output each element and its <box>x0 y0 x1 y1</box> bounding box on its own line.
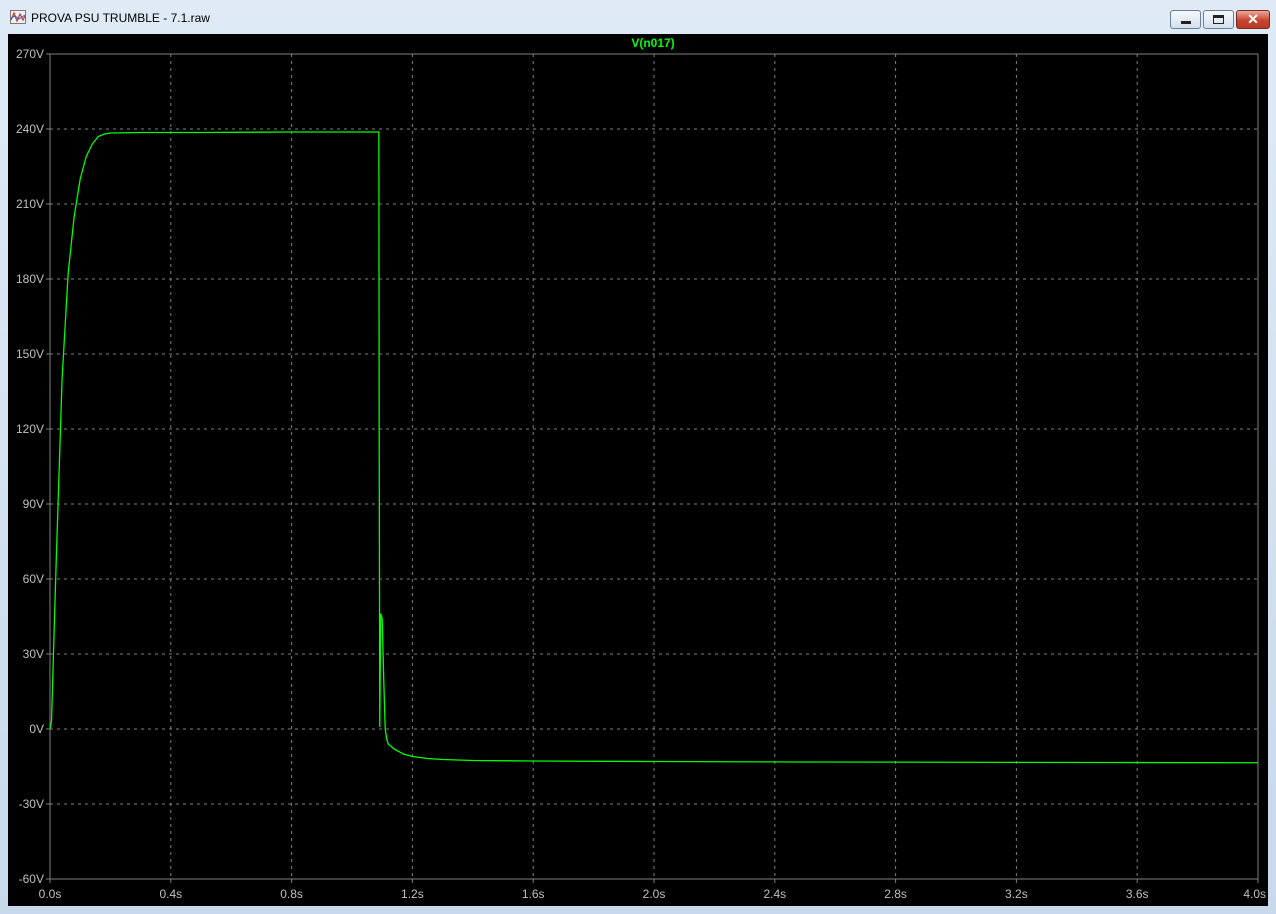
plot-grid <box>49 53 1259 880</box>
x-tick-label: 0.4s <box>159 887 182 901</box>
x-tick-label: 3.6s <box>1126 887 1149 901</box>
title-bar[interactable]: PROVA PSU TRUMBLE - 7.1.raw ✕ <box>0 0 1276 34</box>
y-tick-label: -60V <box>19 872 44 886</box>
y-tick-label: 120V <box>16 422 44 436</box>
y-tick-label: 90V <box>23 497 44 511</box>
x-tick-label: 0.8s <box>280 887 303 901</box>
x-tick-label: 2.8s <box>884 887 907 901</box>
x-axis-ticks: 0.0s 0.4s 0.8s 1.2s 1.6s 2.0s 2.4s 2.8s 3.2s 3.6s… <box>39 879 1266 901</box>
y-tick-label: 30V <box>23 647 44 661</box>
x-tick-label: 2.4s <box>763 887 786 901</box>
y-tick-label: 0V <box>29 722 44 736</box>
minimize-icon <box>1181 21 1191 24</box>
x-tick-label: 2.0s <box>643 887 666 901</box>
waveform-app-icon <box>10 10 26 24</box>
close-button[interactable]: ✕ <box>1236 10 1270 29</box>
x-tick-label: 0.0s <box>39 887 62 901</box>
x-tick-label: 4.0s <box>1243 887 1266 901</box>
close-icon: ✕ <box>1247 11 1259 27</box>
window-title: PROVA PSU TRUMBLE - 7.1.raw <box>31 11 210 25</box>
x-tick-label: 1.6s <box>522 887 545 901</box>
trace-label[interactable]: V(n017) <box>631 36 674 50</box>
maximize-icon <box>1213 15 1224 24</box>
y-tick-label: 150V <box>16 347 44 361</box>
y-tick-label: 210V <box>16 197 44 211</box>
waveform-plot[interactable]: 270V 240V 210V 180V 150V 120V 90V 60V 30V 0V -30V -… <box>8 34 1268 906</box>
x-tick-label: 3.2s <box>1005 887 1028 901</box>
app-window: PROVA PSU TRUMBLE - 7.1.raw ✕ 270V 240V 21… <box>0 0 1276 914</box>
maximize-button[interactable] <box>1203 10 1234 29</box>
y-tick-label: 60V <box>23 572 44 586</box>
minimize-button[interactable] <box>1170 10 1201 29</box>
waveform-plot-pane[interactable]: 270V 240V 210V 180V 150V 120V 90V 60V 30V 0V -30V -… <box>8 34 1268 906</box>
y-tick-label: 270V <box>16 47 44 61</box>
y-axis-ticks: 270V 240V 210V 180V 150V 120V 90V 60V 30V 0V -30V -… <box>16 47 50 886</box>
x-tick-label: 1.2s <box>401 887 424 901</box>
y-tick-label: -30V <box>19 797 44 811</box>
y-tick-label: 240V <box>16 122 44 136</box>
y-tick-label: 180V <box>16 272 44 286</box>
